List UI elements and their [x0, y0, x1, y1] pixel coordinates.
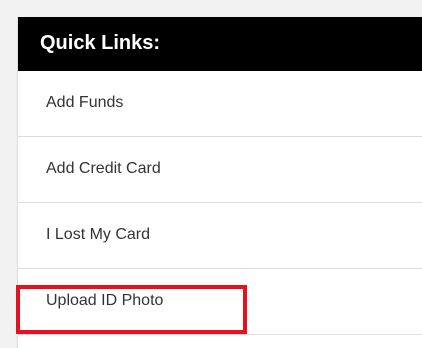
- quick-links-list: Add Funds Add Credit Card I Lost My Card…: [18, 71, 422, 335]
- quick-links-panel: Quick Links: Add Funds Add Credit Card I…: [17, 17, 422, 348]
- lost-card-link[interactable]: I Lost My Card: [46, 225, 150, 245]
- upload-id-photo-link[interactable]: Upload ID Photo: [46, 291, 163, 311]
- quick-link-add-credit-card: Add Credit Card: [18, 137, 422, 203]
- add-funds-link[interactable]: Add Funds: [46, 93, 123, 113]
- add-credit-card-link[interactable]: Add Credit Card: [46, 159, 161, 179]
- quick-link-lost-card: I Lost My Card: [18, 203, 422, 269]
- quick-links-header: Quick Links:: [18, 17, 422, 71]
- quick-link-add-funds: Add Funds: [18, 71, 422, 137]
- quick-links-title: Quick Links:: [40, 32, 161, 54]
- quick-link-upload-id-photo: Upload ID Photo: [18, 269, 422, 335]
